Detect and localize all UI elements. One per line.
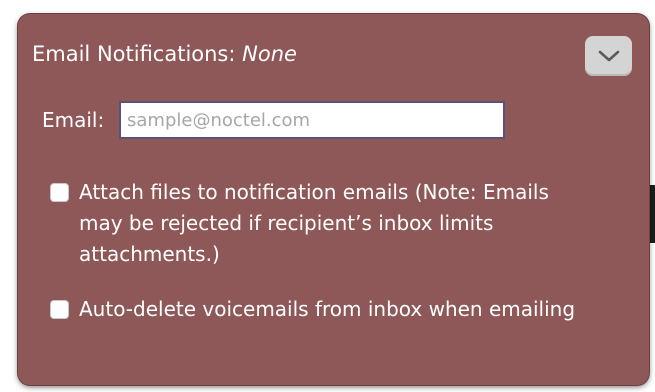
panel-title: Email Notifications: None [32, 42, 297, 66]
panel-title-label: Email Notifications: [32, 42, 236, 66]
chevron-down-icon [598, 50, 619, 62]
attach-files-label: Attach files to notification emails (Not… [79, 180, 549, 266]
email-notifications-panel: Email Notifications: None Email: Attach … [18, 14, 649, 385]
auto-delete-option[interactable]: Auto-delete voicemails from inbox when e… [50, 294, 589, 325]
panel-title-value: None [242, 42, 297, 66]
attach-files-checkbox[interactable] [50, 183, 69, 202]
background-edge [648, 185, 655, 243]
attach-files-option[interactable]: Attach files to notification emails (Not… [50, 177, 589, 270]
email-input[interactable] [119, 101, 505, 139]
auto-delete-label: Auto-delete voicemails from inbox when e… [79, 297, 576, 321]
email-label: Email: [42, 108, 105, 132]
collapse-toggle-button[interactable] [585, 36, 632, 76]
auto-delete-checkbox[interactable] [50, 300, 69, 319]
